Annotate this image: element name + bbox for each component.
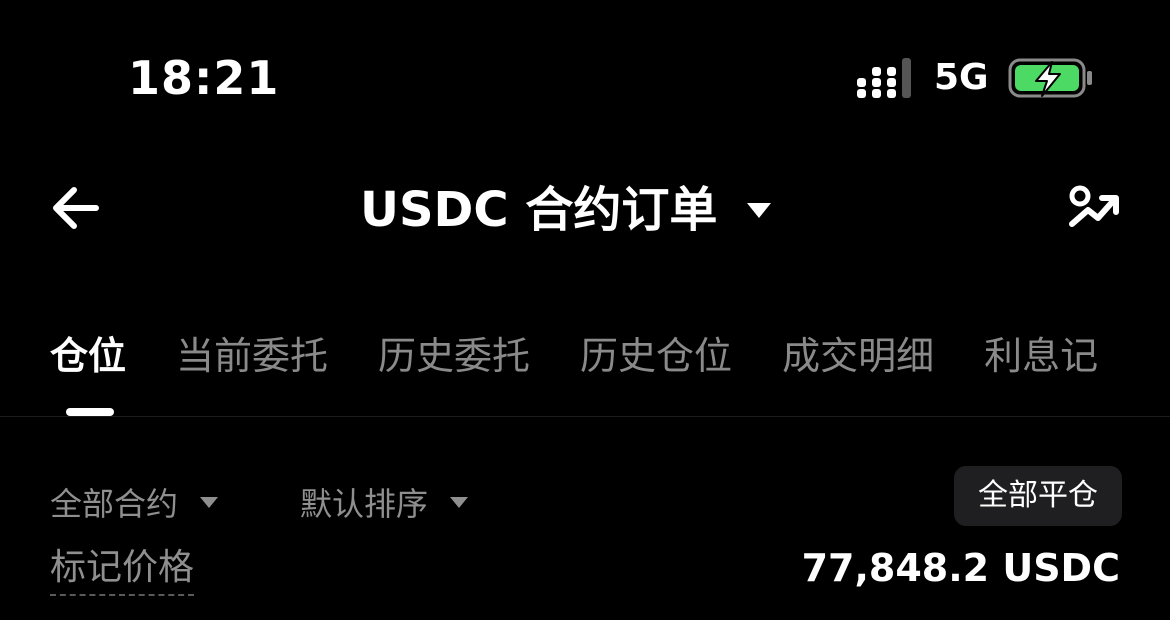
tabs-divider bbox=[0, 416, 1170, 417]
caret-down-icon bbox=[747, 202, 772, 218]
tab-positions[interactable]: 仓位 bbox=[50, 324, 127, 416]
contract-filter-dropdown[interactable]: 全部合约 bbox=[50, 478, 219, 526]
status-time: 18:21 bbox=[128, 51, 280, 105]
back-arrow-icon[interactable] bbox=[48, 182, 104, 234]
tab-position-history[interactable]: 历史仓位 bbox=[580, 324, 732, 394]
tab-label: 历史委托 bbox=[378, 334, 531, 378]
order-tabs: 仓位 当前委托 历史委托 历史仓位 成交明细 利息记 bbox=[50, 324, 1098, 416]
tab-label: 当前委托 bbox=[176, 334, 329, 378]
title-dropdown[interactable]: USDC 合约订单 bbox=[360, 178, 772, 242]
contract-filter-label: 全部合约 bbox=[50, 485, 179, 523]
sort-filter-dropdown[interactable]: 默认排序 bbox=[300, 478, 469, 526]
caret-down-icon bbox=[200, 496, 219, 508]
sort-filter-label: 默认排序 bbox=[300, 485, 429, 523]
signal-bars-icon bbox=[857, 58, 911, 98]
tab-label: 仓位 bbox=[50, 334, 127, 378]
page-title: USDC 合约订单 bbox=[360, 182, 718, 238]
tab-open-orders[interactable]: 当前委托 bbox=[176, 324, 328, 394]
tab-active-indicator bbox=[66, 408, 114, 416]
mark-price-value: 77,848.2 USDC bbox=[801, 546, 1120, 590]
tab-label: 利息记 bbox=[984, 334, 1099, 378]
tab-interest-records[interactable]: 利息记 bbox=[984, 324, 1098, 394]
tab-label: 成交明细 bbox=[782, 334, 935, 378]
network-type: 5G bbox=[934, 57, 989, 98]
screen: 18:21 5G USDC 合约订单 仓位 当前委托 历史委托 历史仓位 成交明… bbox=[0, 0, 1170, 620]
tab-order-history[interactable]: 历史委托 bbox=[378, 324, 530, 394]
caret-down-icon bbox=[450, 496, 469, 508]
share-trend-icon[interactable] bbox=[1066, 184, 1122, 234]
tab-trade-details[interactable]: 成交明细 bbox=[782, 324, 934, 394]
close-all-button[interactable]: 全部平仓 bbox=[954, 466, 1122, 526]
tab-label: 历史仓位 bbox=[580, 334, 733, 378]
battery-charging-icon bbox=[1008, 58, 1092, 98]
mark-price-label[interactable]: 标记价格 bbox=[50, 544, 195, 596]
